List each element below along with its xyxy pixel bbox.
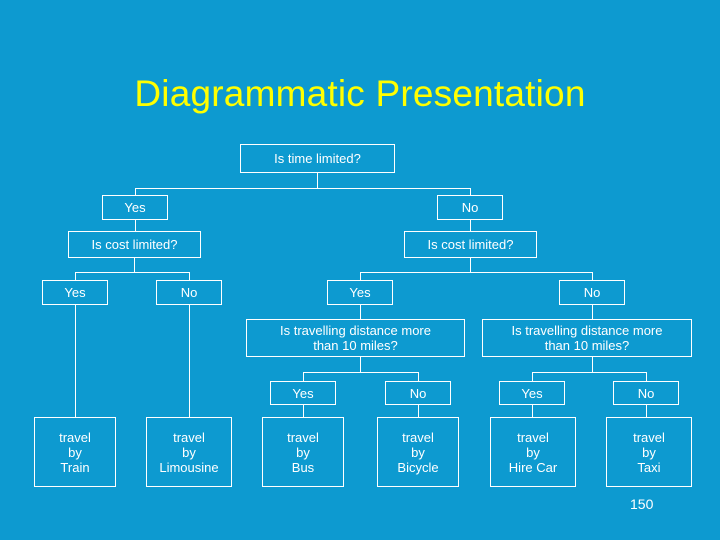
outcome-node-travel-by-hire-car[interactable]: travel by Hire Car xyxy=(490,417,576,487)
branch-node-no-cost-right[interactable]: No xyxy=(559,280,625,305)
connector-line xyxy=(592,357,593,372)
decision-node-distance-right[interactable]: Is travelling distance more than 10 mile… xyxy=(482,319,692,357)
branch-node-yes-cost-left[interactable]: Yes xyxy=(42,280,108,305)
node-label: travel by Bicycle xyxy=(397,429,439,475)
branch-node-yes-time[interactable]: Yes xyxy=(102,195,168,220)
connector-line xyxy=(189,305,190,417)
connector-line xyxy=(134,257,135,272)
connector-line xyxy=(532,405,533,417)
outcome-node-travel-by-bicycle[interactable]: travel by Bicycle xyxy=(377,417,459,487)
branch-node-no-cost-left[interactable]: No xyxy=(156,280,222,305)
node-label: Yes xyxy=(292,385,314,401)
connector-line xyxy=(303,372,419,373)
node-label: travel by Train xyxy=(59,429,91,475)
slide-canvas: Diagrammatic Presentation Is time limite… xyxy=(0,0,720,540)
decision-node-is-cost-limited-right[interactable]: Is cost limited? xyxy=(404,231,537,258)
node-label: Yes xyxy=(124,200,146,215)
node-label: No xyxy=(461,200,479,215)
connector-line xyxy=(360,357,361,372)
node-label: Yes xyxy=(349,285,371,300)
node-label: No xyxy=(637,385,655,401)
connector-line xyxy=(360,272,593,273)
node-label: Yes xyxy=(521,385,543,401)
node-label: travel by Limousine xyxy=(159,429,219,475)
connector-line xyxy=(303,372,304,381)
node-label: travel by Bus xyxy=(287,429,319,475)
connector-line xyxy=(135,188,471,189)
branch-node-no-time[interactable]: No xyxy=(437,195,503,220)
connector-line xyxy=(360,305,361,320)
decision-node-distance-left[interactable]: Is travelling distance more than 10 mile… xyxy=(246,319,465,357)
connector-line xyxy=(303,405,304,417)
connector-line xyxy=(646,372,647,381)
node-label: No xyxy=(409,385,427,401)
outcome-node-travel-by-bus[interactable]: travel by Bus xyxy=(262,417,344,487)
node-label: Is cost limited? xyxy=(427,237,514,252)
node-label: Is travelling distance more than 10 mile… xyxy=(511,323,663,353)
node-label: No xyxy=(583,285,601,300)
node-label: No xyxy=(180,285,198,300)
page-title: Diagrammatic Presentation xyxy=(134,73,586,114)
connector-line xyxy=(470,257,471,272)
connector-line xyxy=(317,172,318,188)
branch-node-no-distance-right[interactable]: No xyxy=(613,381,679,405)
node-label: Is cost limited? xyxy=(91,237,178,252)
node-label: travel by Hire Car xyxy=(508,429,558,475)
decision-node-is-time-limited[interactable]: Is time limited? xyxy=(240,144,395,173)
node-label: travel by Taxi xyxy=(633,429,665,475)
branch-node-yes-cost-right[interactable]: Yes xyxy=(327,280,393,305)
connector-line xyxy=(75,305,76,417)
branch-node-no-distance-left[interactable]: No xyxy=(385,381,451,405)
node-label: Yes xyxy=(64,285,86,300)
connector-line xyxy=(532,372,647,373)
connector-line xyxy=(646,405,647,417)
connector-line xyxy=(418,372,419,381)
branch-node-yes-distance-right[interactable]: Yes xyxy=(499,381,565,405)
outcome-node-travel-by-taxi[interactable]: travel by Taxi xyxy=(606,417,692,487)
connector-line xyxy=(418,405,419,417)
page-number: 150 xyxy=(630,496,654,512)
outcome-node-travel-by-limousine[interactable]: travel by Limousine xyxy=(146,417,232,487)
connector-line xyxy=(75,272,190,273)
outcome-node-travel-by-train[interactable]: travel by Train xyxy=(34,417,116,487)
decision-node-is-cost-limited-left[interactable]: Is cost limited? xyxy=(68,231,201,258)
connector-line xyxy=(592,305,593,320)
node-label: Is travelling distance more than 10 mile… xyxy=(279,323,431,353)
branch-node-yes-distance-left[interactable]: Yes xyxy=(270,381,336,405)
node-label: Is time limited? xyxy=(274,151,361,166)
connector-line xyxy=(532,372,533,381)
